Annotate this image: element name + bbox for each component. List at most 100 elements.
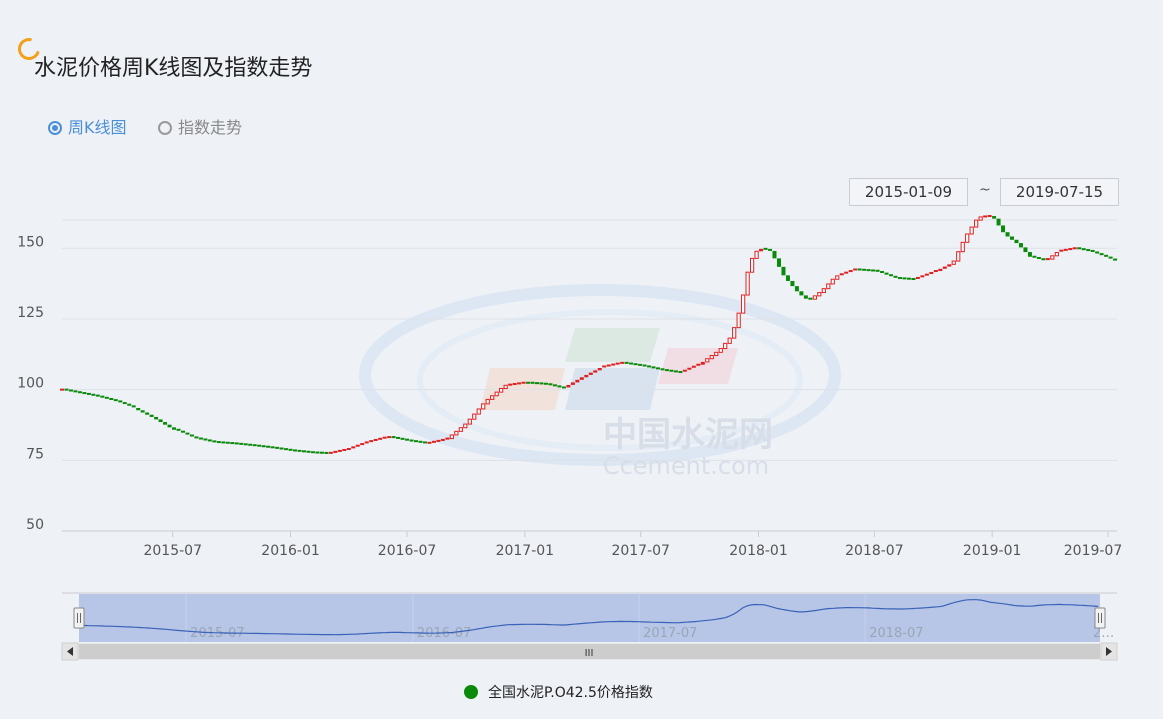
candle-down <box>422 441 427 444</box>
candle-up <box>920 275 925 278</box>
candle-down <box>772 250 777 259</box>
candle-down <box>906 277 911 280</box>
candle-down <box>82 392 87 395</box>
candle-up <box>978 216 983 221</box>
candle-down <box>180 430 185 433</box>
candle-up <box>458 427 463 432</box>
candle-down <box>140 410 145 413</box>
candle-up <box>830 278 835 285</box>
candle-up <box>602 365 607 368</box>
candle-up <box>983 215 988 218</box>
candle-up <box>481 403 486 410</box>
scrollbar-grip: III <box>585 648 594 659</box>
scrollbar[interactable]: III <box>61 642 1118 661</box>
candle-up <box>727 337 732 344</box>
x-tick-label: 2017-07 <box>611 543 670 559</box>
candle-up <box>427 441 432 444</box>
candle-down <box>624 361 629 364</box>
candle-up <box>759 248 764 252</box>
candle-down <box>1027 252 1032 257</box>
candle-down <box>857 268 862 271</box>
candle-down <box>1041 258 1046 261</box>
candle-up <box>754 250 759 259</box>
candle-up <box>490 395 495 400</box>
candle-down <box>543 382 548 385</box>
candle-up <box>382 436 387 439</box>
navigator-left-handle[interactable] <box>73 607 85 629</box>
candle-up <box>714 351 719 357</box>
candle-up <box>575 379 580 383</box>
candle-up <box>476 408 481 415</box>
candle-up <box>1072 247 1077 250</box>
candle-down <box>1095 251 1100 254</box>
watermark-en-text: Ccement.com <box>603 452 769 480</box>
candle-down <box>100 395 105 398</box>
navigator-tick-label: 2017-07 <box>643 626 697 641</box>
candle-down <box>293 449 298 452</box>
candle-down <box>418 440 423 443</box>
candle-up <box>718 348 723 353</box>
candle-down <box>77 391 82 394</box>
candle-down <box>163 422 168 425</box>
candle-up <box>933 270 938 273</box>
candle-down <box>889 274 894 277</box>
candle-down <box>862 268 867 271</box>
candle-down <box>535 382 540 385</box>
candle-down <box>1086 249 1091 252</box>
navigator[interactable]: 2015-07 2016-07 2017-07 2018-07 2… <box>62 592 1117 642</box>
legend-label: 全国水泥P.O42.5价格指数 <box>488 685 653 701</box>
candle-down <box>315 451 320 454</box>
navigator-tick-label: 2018-07 <box>869 626 923 641</box>
candle-up <box>687 367 692 370</box>
candle-down <box>1001 225 1006 233</box>
candle-up <box>741 294 746 314</box>
candle-up <box>328 451 333 454</box>
candle-down <box>557 385 562 388</box>
legend[interactable]: 全国水泥P.O42.5价格指数 <box>464 682 653 702</box>
candle-down <box>104 396 109 399</box>
candle-up <box>682 369 687 372</box>
candle-down <box>149 414 154 417</box>
candle-up <box>431 440 436 443</box>
candle-up <box>960 241 965 253</box>
y-tick-label: 150 <box>17 234 44 250</box>
candle-up <box>821 288 826 294</box>
candle-down <box>207 439 212 442</box>
candle-up <box>440 438 445 441</box>
navigator-right-handle[interactable] <box>1094 607 1106 629</box>
candle-up <box>974 219 979 228</box>
candle-down <box>261 445 266 448</box>
candle-up <box>508 383 513 386</box>
candle-up <box>1054 252 1059 257</box>
candle-down <box>301 450 306 453</box>
candle-down <box>400 437 405 440</box>
candle-down <box>136 408 141 411</box>
x-tick-label: 2016-07 <box>378 543 437 559</box>
candle-down <box>396 436 401 439</box>
candle-up <box>853 268 858 271</box>
candle-down <box>216 441 221 444</box>
candle-down <box>992 216 997 219</box>
candle-down <box>1108 256 1113 259</box>
y-tick-label: 125 <box>17 305 44 321</box>
candle-down <box>790 280 795 287</box>
candle-down <box>1014 239 1019 244</box>
candle-down <box>212 440 217 443</box>
candle-down <box>319 451 324 454</box>
candle-up <box>611 363 616 366</box>
candle-down <box>871 269 876 272</box>
candle-up <box>839 273 844 276</box>
candle-down <box>539 382 544 385</box>
candle-down <box>1090 249 1095 252</box>
candle-down <box>1018 243 1023 248</box>
candle-up <box>951 260 956 265</box>
candle-up <box>848 270 853 273</box>
candle-down <box>768 248 773 251</box>
candle-down <box>275 446 280 449</box>
candle-down <box>279 447 284 450</box>
candle-up <box>494 391 499 397</box>
candle-down <box>176 428 181 431</box>
candle-down <box>673 370 678 373</box>
candle-up <box>503 384 508 390</box>
candle-down <box>669 369 674 372</box>
